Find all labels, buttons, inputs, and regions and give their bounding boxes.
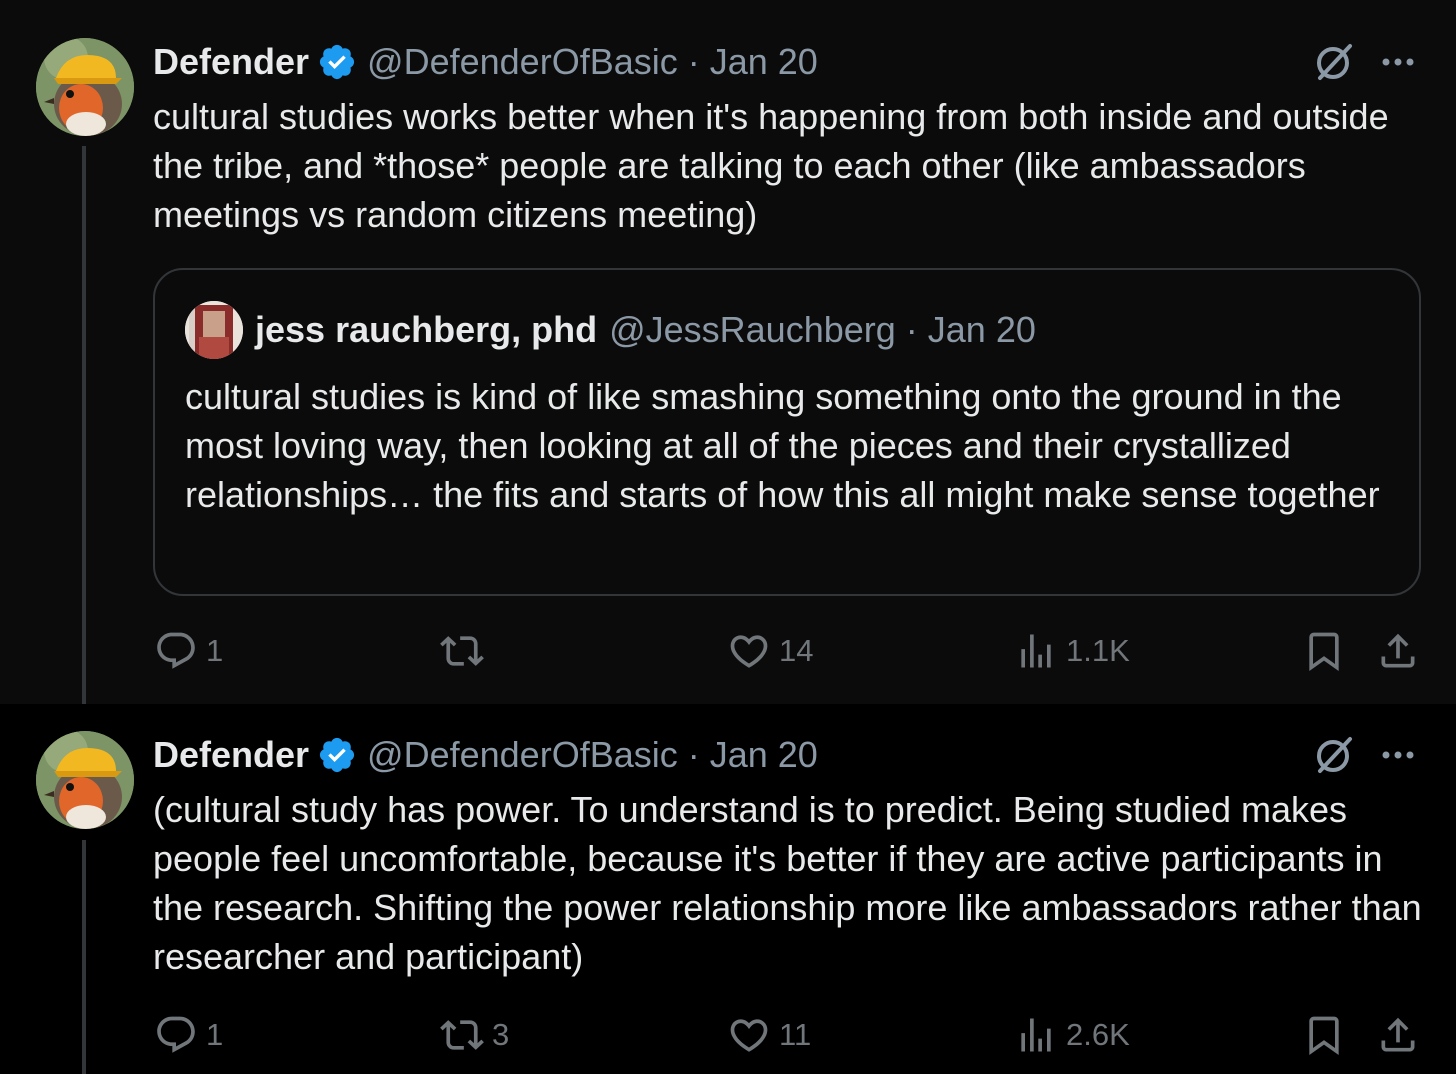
more-icon[interactable] [1378,735,1418,775]
bookmark-button[interactable] [1302,626,1346,676]
verified-badge-icon [319,44,355,80]
share-icon [1381,1017,1415,1052]
reply-button[interactable]: 1 [154,626,223,676]
tweet-text: cultural studies works better when it's … [153,96,1389,235]
tweet-date[interactable]: Jan 20 [710,734,818,776]
verified-badge-icon [319,737,355,773]
author-handle[interactable]: @DefenderOfBasic [367,734,678,776]
author-name[interactable]: Defender [153,41,309,83]
quote-date[interactable]: Jan 20 [928,309,1036,351]
views-button[interactable]: 2.6K [1014,1010,1130,1060]
avatar[interactable] [36,38,134,136]
reply-icon [157,632,195,669]
bookmark-button[interactable] [1302,1010,1346,1060]
repost-count: 3 [492,1017,510,1052]
share-icon [1381,633,1415,668]
author-name[interactable]: Defender [153,734,309,776]
action-bar: 1 14 1.1K [0,626,1456,676]
quote-avatar[interactable] [185,301,243,359]
bookmark-icon [1309,1016,1339,1056]
views-count: 2.6K [1066,1017,1130,1052]
reply-icon [157,1016,195,1053]
thread-line [82,146,86,704]
share-button[interactable] [1376,626,1420,676]
views-count: 1.1K [1066,633,1130,668]
bookmark-icon [1309,632,1339,672]
like-icon [730,635,768,668]
repost-button[interactable]: 3 [440,1010,509,1060]
tweet-header: Defender @DefenderOfBasic · Jan 20 [153,733,818,777]
grok-icon[interactable] [1312,733,1356,777]
like-button[interactable]: 14 [727,626,813,676]
like-count: 14 [779,633,814,668]
views-icon [1021,1018,1051,1052]
quote-author-handle[interactable]: @JessRauchberg [609,309,896,351]
views-button[interactable]: 1.1K [1014,626,1130,676]
reply-count: 1 [206,1017,224,1052]
more-icon[interactable] [1378,42,1418,82]
quote-separator-dot: · [905,309,918,350]
like-icon [730,1019,768,1052]
separator-dot: · [687,734,700,775]
quote-author-name[interactable]: jess rauchberg, phd [255,309,597,351]
action-bar: 1 3 11 2.6K [0,1010,1456,1060]
repost-icon [440,1020,484,1050]
like-count: 11 [779,1017,812,1052]
share-button[interactable] [1376,1010,1420,1060]
reply-button[interactable]: 1 [154,1010,223,1060]
grok-icon[interactable] [1312,40,1356,84]
tweet-header: Defender @DefenderOfBasic · Jan 20 [153,40,818,84]
views-icon [1021,634,1051,668]
repost-icon [440,636,484,666]
repost-button[interactable] [440,626,492,676]
tweet-date[interactable]: Jan 20 [710,41,818,83]
quote-header: jess rauchberg, phd @JessRauchberg · Jan… [185,301,1036,359]
quote-text: cultural studies is kind of like smashin… [185,376,1380,515]
tweet[interactable]: Defender @DefenderOfBasic · Jan 20 (cult… [0,704,1456,1074]
avatar[interactable] [36,731,134,829]
author-handle[interactable]: @DefenderOfBasic [367,41,678,83]
tweet-text: (cultural study has power. To understand… [153,789,1422,977]
quoted-tweet[interactable]: jess rauchberg, phd @JessRauchberg · Jan… [153,268,1421,596]
tweet[interactable]: Defender @DefenderOfBasic · Jan 20 cultu… [0,0,1456,704]
like-button[interactable]: 11 [727,1010,811,1060]
reply-count: 1 [206,633,224,668]
separator-dot: · [687,41,700,82]
